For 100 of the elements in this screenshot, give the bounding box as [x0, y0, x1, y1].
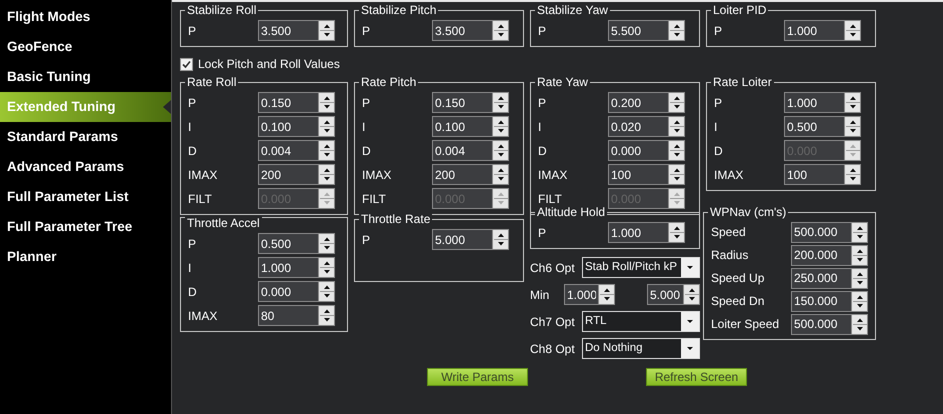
number-field[interactable]: 5.000 — [647, 284, 683, 305]
option-label: Ch7 Opt — [530, 314, 576, 330]
spin-buttons[interactable] — [492, 229, 509, 250]
spin-buttons[interactable] — [668, 20, 685, 41]
spin-buttons[interactable] — [318, 116, 335, 137]
number-field[interactable]: 500.000 — [791, 314, 851, 334]
sidebar-item[interactable]: Basic Tuning — [0, 62, 171, 92]
number-field[interactable]: 0.150 — [432, 92, 492, 113]
spin-buttons[interactable] — [851, 290, 868, 312]
spin-buttons[interactable] — [851, 244, 868, 266]
number-field[interactable]: 250.000 — [791, 268, 851, 288]
sidebar-item[interactable]: Extended Tuning — [0, 92, 171, 122]
number-field[interactable]: 100 — [784, 164, 844, 185]
number-field[interactable]: 0.100 — [258, 116, 318, 137]
field-label: I — [188, 118, 192, 136]
spin-buttons[interactable] — [851, 268, 868, 288]
spin-buttons[interactable] — [844, 164, 861, 185]
field-label: I — [362, 118, 366, 136]
number-field[interactable]: 0.100 — [432, 116, 492, 137]
number-field[interactable]: 1.000 — [784, 92, 844, 113]
spin-buttons[interactable] — [851, 314, 868, 334]
spin-buttons[interactable] — [668, 140, 685, 161]
field-label: D — [538, 142, 548, 160]
field-label: P — [538, 94, 548, 112]
spin-buttons[interactable] — [668, 222, 685, 243]
spin-buttons[interactable] — [318, 20, 335, 41]
sidebar-item[interactable]: Standard Params — [0, 122, 171, 152]
caret-icon[interactable] — [681, 339, 699, 358]
spin-buttons[interactable] — [844, 116, 861, 137]
field-label: IMAX — [188, 166, 218, 184]
field-label: D — [188, 142, 198, 160]
dropdown[interactable]: RTL — [582, 311, 700, 332]
sidebar-item[interactable]: Flight Modes — [0, 2, 171, 32]
number-field[interactable]: 0.000 — [258, 281, 318, 302]
number-field[interactable]: 0.200 — [608, 92, 668, 113]
number-field[interactable]: 0.000 — [608, 140, 668, 161]
spin-buttons[interactable] — [492, 20, 509, 41]
spin-buttons[interactable] — [683, 284, 700, 305]
action-button[interactable]: Refresh Screen — [646, 368, 747, 386]
number-field[interactable]: 1.000 — [258, 257, 318, 278]
field-label: IMAX — [362, 166, 392, 184]
number-field[interactable]: 0.004 — [258, 140, 318, 161]
number-field[interactable]: 200.000 — [791, 244, 851, 266]
dropdown[interactable]: Stab Roll/Pitch kP — [582, 257, 700, 278]
number-field[interactable]: 3.500 — [432, 20, 492, 41]
spin-buttons[interactable] — [668, 164, 685, 185]
field-label: P — [714, 22, 724, 40]
field-label: IMAX — [714, 166, 744, 184]
number-field[interactable]: 100 — [608, 164, 668, 185]
dropdown[interactable]: Do Nothing — [582, 338, 700, 359]
spin-buttons[interactable] — [844, 20, 861, 41]
sidebar-item[interactable]: Full Parameter Tree — [0, 212, 171, 242]
field-label: P — [188, 94, 198, 112]
field-label: D — [188, 284, 198, 300]
checkbox[interactable] — [180, 58, 193, 70]
number-field[interactable]: 80 — [258, 305, 318, 326]
sidebar-item[interactable]: Full Parameter List — [0, 182, 171, 212]
number-field[interactable]: 0.020 — [608, 116, 668, 137]
caret-icon[interactable] — [681, 312, 699, 331]
spin-buttons[interactable] — [318, 164, 335, 185]
spin-buttons[interactable] — [668, 92, 685, 113]
number-field[interactable]: 0.004 — [432, 140, 492, 161]
number-field[interactable]: 0.500 — [784, 116, 844, 137]
field-label: D — [362, 142, 372, 160]
spin-buttons[interactable] — [318, 233, 335, 254]
spin-buttons[interactable] — [492, 164, 509, 185]
sidebar-item[interactable]: GeoFence — [0, 32, 171, 62]
spin-buttons[interactable] — [598, 284, 615, 305]
sidebar-item[interactable]: Advanced Params — [0, 152, 171, 182]
caret-icon[interactable] — [681, 258, 699, 277]
option-label: Ch8 Opt — [530, 340, 576, 358]
field-label: I — [188, 260, 192, 276]
spin-buttons[interactable] — [318, 92, 335, 113]
number-field[interactable]: 500.000 — [791, 222, 851, 242]
number-field[interactable]: 5.500 — [608, 20, 668, 41]
checkbox-label: Lock Pitch and Roll Values — [198, 56, 340, 73]
spin-buttons[interactable] — [492, 92, 509, 113]
sidebar-item[interactable]: Planner — [0, 242, 171, 272]
spin-buttons[interactable] — [318, 140, 335, 161]
spin-buttons[interactable] — [318, 305, 335, 326]
spin-buttons[interactable] — [668, 116, 685, 137]
number-field[interactable]: 0.500 — [258, 233, 318, 254]
number-field[interactable]: 0.150 — [258, 92, 318, 113]
number-field[interactable]: 3.500 — [258, 20, 318, 41]
spin-buttons[interactable] — [492, 116, 509, 137]
action-button[interactable]: Write Params — [427, 368, 528, 386]
spin-buttons[interactable] — [844, 92, 861, 113]
spin-buttons[interactable] — [851, 222, 868, 242]
number-field[interactable]: 200 — [258, 164, 318, 185]
field-label: Speed Up — [711, 270, 766, 287]
number-field[interactable]: 150.000 — [791, 290, 851, 312]
spin-buttons[interactable] — [318, 257, 335, 278]
number-field[interactable]: 1.000 — [608, 222, 668, 243]
number-field[interactable]: 1.000 — [784, 20, 844, 41]
number-field[interactable]: 5.000 — [432, 229, 492, 250]
field-label: Speed Dn — [711, 293, 766, 310]
spin-buttons[interactable] — [492, 140, 509, 161]
group-title: WPNav (cm's) — [708, 205, 788, 220]
number-field[interactable]: 200 — [432, 164, 492, 185]
spin-buttons[interactable] — [318, 281, 335, 302]
